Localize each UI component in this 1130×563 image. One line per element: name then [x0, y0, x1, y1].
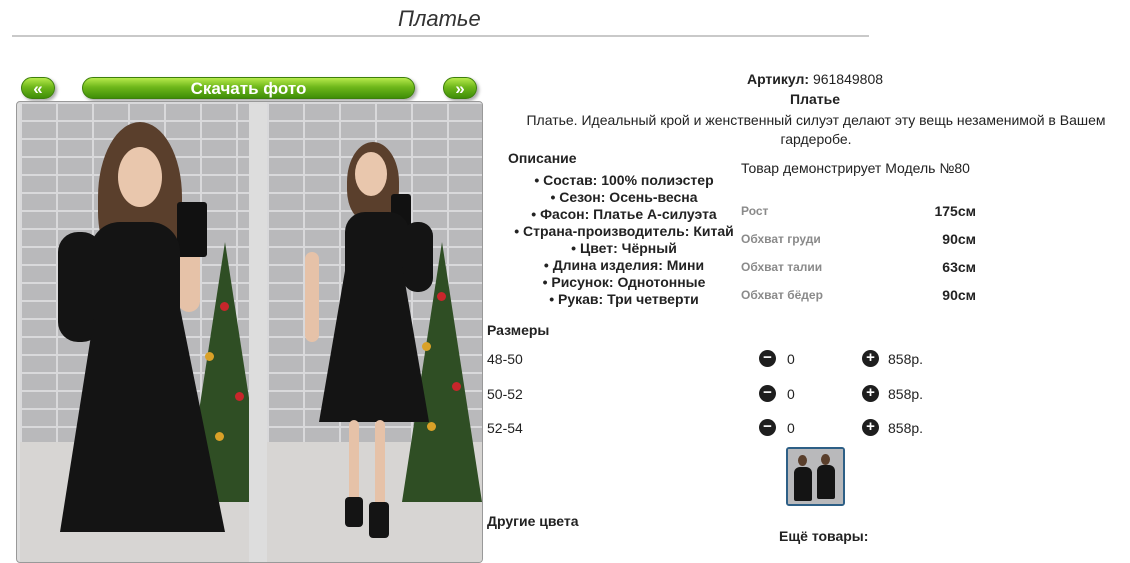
prev-photo-button[interactable]: « [21, 77, 55, 99]
download-photo-button[interactable]: Скачать фото [82, 77, 415, 99]
decrease-quantity-button[interactable]: − [759, 350, 776, 367]
measure-hips-value: 90см [942, 287, 976, 303]
decrease-quantity-button[interactable]: − [759, 419, 776, 436]
size-price: 858р. [888, 420, 924, 436]
size-price: 858р. [888, 386, 924, 402]
description-item: Сезон: Осень-весна [508, 189, 740, 206]
measure-height-value: 175см [934, 203, 976, 219]
more-products-heading: Ещё товары: [779, 528, 869, 544]
other-colors-heading: Другие цвета [487, 513, 579, 529]
size-price: 858р. [888, 351, 924, 367]
article-label: Артикул: [746, 71, 810, 87]
quantity-value: 0 [787, 420, 795, 436]
size-label: 52-54 [487, 420, 523, 436]
description-list: Состав: 100% полиэстер Сезон: Осень-весн… [508, 172, 740, 308]
increase-quantity-button[interactable]: + [862, 350, 879, 367]
product-short-description: Платье. Идеальный крой и женственный сил… [526, 112, 1106, 147]
measure-chest-value: 90см [942, 231, 976, 247]
sizes-heading: Размеры [487, 322, 550, 338]
article-value: 961849808 [812, 71, 884, 87]
measure-waist-label: Обхват талии [741, 260, 823, 274]
size-row: 52-54 − 0 + 858р. [487, 418, 947, 440]
size-row: 50-52 − 0 + 858р. [487, 384, 947, 406]
size-label: 50-52 [487, 386, 523, 402]
increase-quantity-button[interactable]: + [862, 385, 879, 402]
measure-waist-value: 63см [942, 259, 976, 275]
title-divider [12, 35, 869, 37]
quantity-value: 0 [787, 351, 795, 367]
product-photo[interactable] [16, 101, 483, 563]
color-variant-thumbnail[interactable] [786, 447, 845, 506]
measure-height-label: Рост [741, 204, 769, 218]
article-row: Артикул: 961849808 [740, 71, 890, 87]
quantity-value: 0 [787, 386, 795, 402]
photo-side [267, 102, 482, 562]
description-item: Рисунок: Однотонные [508, 274, 740, 291]
increase-quantity-button[interactable]: + [862, 419, 879, 436]
next-photo-button[interactable]: » [443, 77, 477, 99]
decrease-quantity-button[interactable]: − [759, 385, 776, 402]
photo-front [20, 102, 249, 562]
page-title: Платье [398, 6, 481, 31]
description-heading: Описание [508, 150, 577, 166]
size-label: 48-50 [487, 351, 523, 367]
description-item: Страна-производитель: Китай [508, 223, 740, 240]
description-item: Длина изделия: Мини [508, 257, 740, 274]
measure-chest-label: Обхват груди [741, 232, 821, 246]
description-item: Фасон: Платье А-силуэта [508, 206, 740, 223]
description-item: Состав: 100% полиэстер [508, 172, 740, 189]
measure-hips-label: Обхват бёдер [741, 288, 823, 302]
description-item: Рукав: Три четверти [508, 291, 740, 308]
size-row: 48-50 − 0 + 858р. [487, 349, 947, 371]
description-item: Цвет: Чёрный [508, 240, 740, 257]
model-caption: Товар демонстрирует Модель №80 [741, 160, 970, 176]
product-name: Платье [790, 91, 840, 107]
